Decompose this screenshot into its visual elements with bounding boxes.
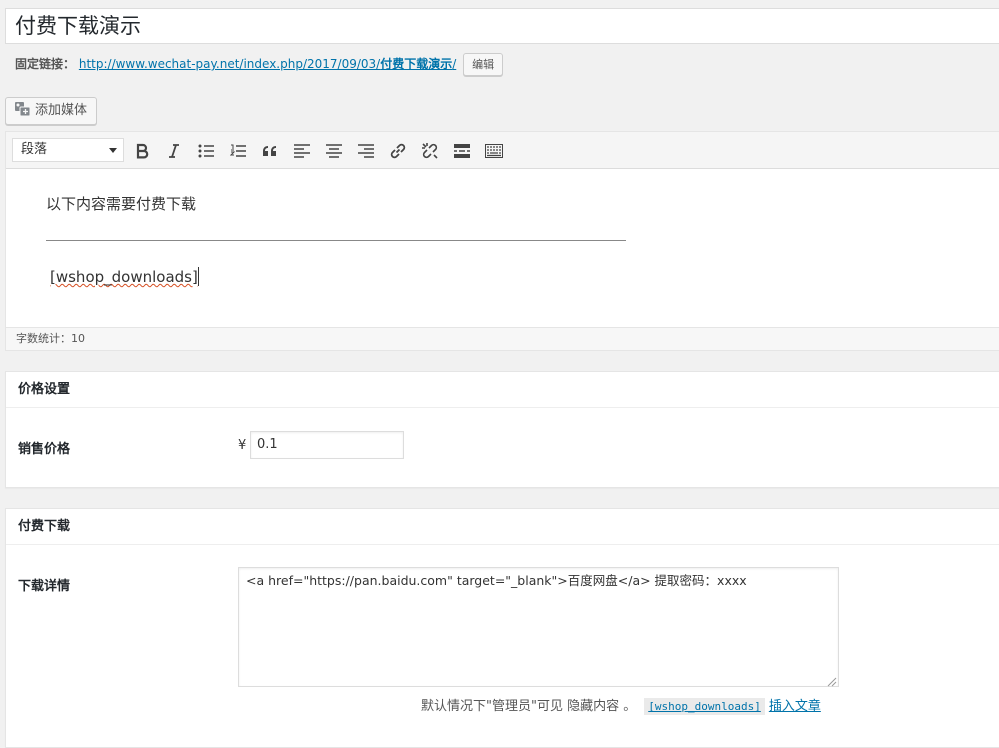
- download-box-title: 付费下载: [6, 509, 999, 545]
- editor-content[interactable]: 以下内容需要付费下载 [wshop_downloads]: [6, 169, 999, 327]
- italic-icon[interactable]: [162, 139, 186, 163]
- download-hint: 默认情况下"管理员"可见 隐藏内容 。 [wshop_downloads] 插入文章: [421, 695, 821, 715]
- permalink-row: 固定链接： http://www.wechat-pay.net/index.ph…: [15, 53, 504, 77]
- bullet-list-icon[interactable]: [194, 139, 218, 163]
- content-paragraph: 以下内容需要付费下载: [46, 195, 197, 213]
- link-icon[interactable]: [386, 139, 410, 163]
- price-settings-box: 价格设置 销售价格 ¥ 0.1: [5, 371, 999, 488]
- post-title-input[interactable]: 付费下载演示: [5, 8, 999, 44]
- editor-toolbar: 段落: [6, 132, 999, 169]
- permalink-link[interactable]: http://www.wechat-pay.net/index.php/2017…: [79, 57, 456, 71]
- unlink-icon[interactable]: [418, 139, 442, 163]
- download-details-label: 下载详情: [18, 579, 71, 594]
- add-media-label: 添加媒体: [35, 103, 88, 118]
- media-icon: [14, 101, 31, 117]
- word-count: 字数统计：10: [6, 327, 999, 350]
- paid-download-box: 付费下载 下载详情 <a href="https://pan.baidu.com…: [5, 508, 999, 748]
- bold-icon[interactable]: [130, 139, 154, 163]
- editor: 段落 以下内容需要付费下载 [wshop_downloads] 字数统计：10: [5, 131, 999, 351]
- sale-price-label: 销售价格: [18, 442, 71, 457]
- content-shortcode: [wshop_downloads]: [50, 267, 199, 286]
- align-left-icon[interactable]: [290, 139, 314, 163]
- numbered-list-icon[interactable]: [226, 139, 250, 163]
- format-select-value: 段落: [21, 142, 48, 157]
- blockquote-icon[interactable]: [258, 139, 282, 163]
- chevron-down-icon: [109, 148, 117, 153]
- read-more-icon[interactable]: [450, 139, 474, 163]
- edit-permalink-button[interactable]: 编辑: [463, 53, 504, 76]
- content-divider: [46, 240, 626, 241]
- hint-text: 默认情况下"管理员"可见 隐藏内容 。: [421, 699, 637, 714]
- shortcode-tag[interactable]: [wshop_downloads]: [644, 698, 765, 715]
- insert-into-post-link[interactable]: 插入文章: [769, 699, 821, 714]
- align-right-icon[interactable]: [354, 139, 378, 163]
- resize-handle-icon[interactable]: [827, 675, 837, 687]
- toolbar-toggle-icon[interactable]: [482, 139, 506, 163]
- add-media-button[interactable]: 添加媒体: [5, 97, 97, 125]
- download-details-textarea[interactable]: <a href="https://pan.baidu.com" target="…: [238, 567, 839, 687]
- download-details-value: <a href="https://pan.baidu.com" target="…: [246, 573, 747, 588]
- format-select[interactable]: 段落: [12, 138, 124, 162]
- currency-symbol: ¥: [238, 438, 247, 453]
- price-box-title: 价格设置: [6, 372, 999, 408]
- sale-price-input[interactable]: 0.1: [250, 431, 404, 459]
- permalink-label: 固定链接：: [15, 57, 76, 71]
- align-center-icon[interactable]: [322, 139, 346, 163]
